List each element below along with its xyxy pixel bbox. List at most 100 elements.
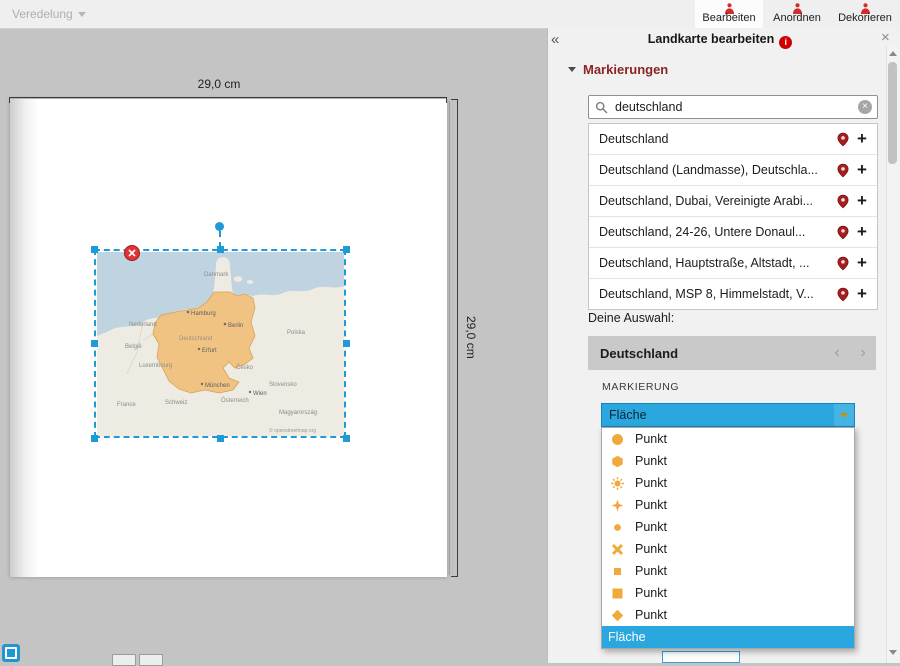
map-pin-icon <box>837 194 849 209</box>
add-marker-button[interactable]: + <box>853 284 871 304</box>
option-label: Punkt <box>635 586 667 600</box>
option-label: Punkt <box>635 432 667 446</box>
result-row[interactable]: Deutschland (Landmasse), Deutschla... + <box>589 155 877 186</box>
rotation-handle[interactable] <box>215 222 224 231</box>
map-pin-icon <box>837 287 849 302</box>
option-label: Punkt <box>635 498 667 512</box>
tab-label: Bearbeiten <box>702 12 755 25</box>
clear-search-icon[interactable]: × <box>858 100 872 114</box>
scroll-down-icon[interactable] <box>889 650 897 655</box>
delete-object-button[interactable] <box>124 245 140 261</box>
dekorieren-mascot-icon <box>859 1 872 12</box>
page-curl-line <box>21 101 22 575</box>
scrollbar-thumb[interactable] <box>888 62 897 164</box>
page-width-label: 29,0 cm <box>186 77 252 91</box>
result-row[interactable]: Deutschland, MSP 8, Himmelstadt, V... + <box>589 279 877 309</box>
caret-down-icon <box>840 413 848 418</box>
selection-handle-mid-left[interactable] <box>91 340 98 347</box>
prev-marker-button[interactable]: ‹ <box>824 344 850 362</box>
result-label: Deutschland <box>599 132 837 146</box>
add-marker-button[interactable]: + <box>853 222 871 242</box>
search-results-list: Deutschland + Deutschland (Landmasse), D… <box>588 123 878 310</box>
panel-title: Landkarte bearbeiten i <box>575 32 865 49</box>
result-row[interactable]: Deutschland + <box>589 124 877 155</box>
selection-handle-mid-right[interactable] <box>343 340 350 347</box>
chevron-down-icon <box>78 12 86 17</box>
selection-handle-top-right[interactable] <box>343 246 350 253</box>
page-height-label: 29,0 cm <box>464 316 478 359</box>
map-pin-icon <box>837 163 849 178</box>
next-marker-button[interactable]: › <box>850 344 876 362</box>
tab-dekorieren[interactable]: Dekorieren <box>831 0 899 28</box>
info-icon[interactable]: i <box>779 36 792 49</box>
square-marker-icon <box>611 587 624 600</box>
search-input[interactable] <box>613 99 858 115</box>
scroll-up-icon[interactable] <box>889 51 897 56</box>
select-dropdown-button <box>834 404 854 426</box>
panel-title-text: Landkarte bearbeiten <box>648 32 774 46</box>
add-marker-button[interactable]: + <box>853 253 871 273</box>
selection-heading: Deine Auswahl: <box>588 311 674 325</box>
add-marker-button[interactable]: + <box>853 129 871 149</box>
page-glyph <box>5 647 17 659</box>
style-option-selected[interactable]: Fläche <box>602 626 854 648</box>
close-icon <box>128 249 136 257</box>
add-marker-button[interactable]: + <box>853 191 871 211</box>
sparkle-marker-icon <box>611 499 624 512</box>
result-label: Deutschland, Dubai, Vereinigte Arabi... <box>599 194 837 208</box>
style-option[interactable]: Punkt <box>602 428 854 450</box>
result-label: Deutschland, 24-26, Untere Donaul... <box>599 225 837 239</box>
diamond-marker-icon <box>611 609 624 622</box>
result-row[interactable]: Deutschland, Hauptstraße, Altstadt, ... … <box>589 248 877 279</box>
tab-label: Dekorieren <box>838 12 892 25</box>
chevron-down-icon <box>568 67 576 72</box>
selection-border[interactable] <box>94 249 346 438</box>
selected-marker-name: Deutschland <box>588 346 824 361</box>
tab-bearbeiten[interactable]: Bearbeiten <box>695 0 763 28</box>
option-label: Punkt <box>635 564 667 578</box>
mode-tabs: Bearbeiten Anordnen Dekorieren <box>695 0 899 28</box>
markierungen-section-header[interactable]: Markierungen <box>568 62 668 77</box>
selection-handle-top-left[interactable] <box>91 246 98 253</box>
partially-visible-select[interactable] <box>662 651 740 663</box>
style-option[interactable]: Punkt <box>602 582 854 604</box>
bottom-toolbar-button[interactable] <box>112 654 136 666</box>
width-dimension-line <box>9 97 447 98</box>
page-stack-edge <box>449 101 450 575</box>
result-row[interactable]: Deutschland, 24-26, Untere Donaul... + <box>589 217 877 248</box>
style-option[interactable]: Punkt <box>602 472 854 494</box>
veredelung-menu[interactable]: Veredelung <box>12 7 86 21</box>
style-option[interactable]: Punkt <box>602 560 854 582</box>
markierung-field-label: MARKIERUNG <box>602 381 679 393</box>
style-option[interactable]: Punkt <box>602 604 854 626</box>
marker-style-dropdown: Punkt Punkt Punkt Punkt Punkt Punkt Punk… <box>601 427 855 649</box>
style-option[interactable]: Punkt <box>602 516 854 538</box>
sun-marker-icon <box>611 477 624 490</box>
panel-collapse-button[interactable]: « <box>551 31 559 48</box>
bottom-toolbar-button[interactable] <box>139 654 163 666</box>
dimension-tick <box>451 99 458 100</box>
selection-handle-bottom-right[interactable] <box>343 435 350 442</box>
dot-marker-icon <box>611 521 624 534</box>
rotation-handle-line <box>219 231 221 248</box>
page-tool-icon[interactable] <box>2 644 20 662</box>
result-row[interactable]: Deutschland, Dubai, Vereinigte Arabi... … <box>589 186 877 217</box>
style-option[interactable]: Punkt <box>602 450 854 472</box>
cross-marker-icon <box>611 543 624 556</box>
page-curl-line <box>16 101 17 575</box>
style-option[interactable]: Punkt <box>602 538 854 560</box>
marker-style-select[interactable]: Fläche <box>601 403 855 427</box>
add-marker-button[interactable]: + <box>853 160 871 180</box>
location-search-box: × <box>588 95 878 119</box>
height-dimension-line <box>457 99 458 577</box>
map-pin-icon <box>837 225 849 240</box>
selection-handle-bottom-center[interactable] <box>217 435 224 442</box>
option-label: Punkt <box>635 520 667 534</box>
tab-anordnen[interactable]: Anordnen <box>763 0 831 28</box>
style-option[interactable]: Punkt <box>602 494 854 516</box>
panel-close-button[interactable]: × <box>881 29 890 46</box>
selection-handle-bottom-left[interactable] <box>91 435 98 442</box>
search-icon <box>595 101 608 114</box>
anordnen-mascot-icon <box>791 1 804 12</box>
veredelung-label: Veredelung <box>12 7 73 21</box>
